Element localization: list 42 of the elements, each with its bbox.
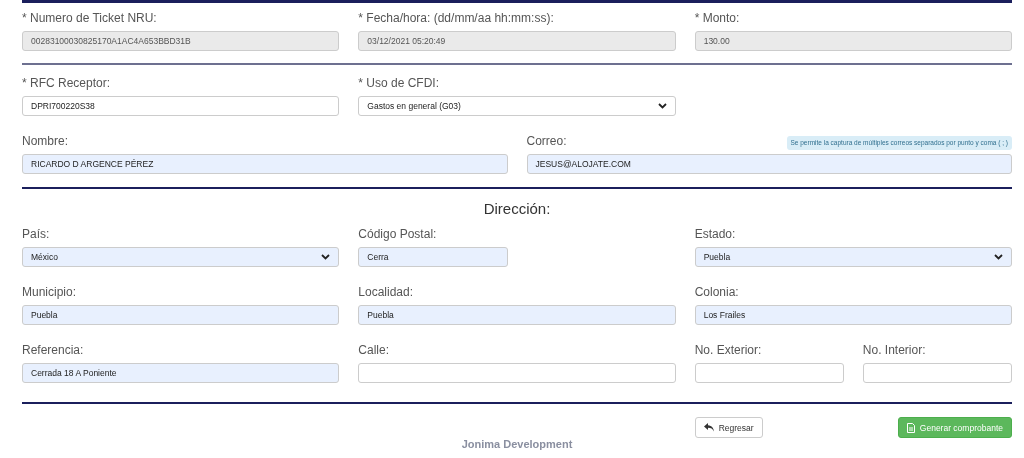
- field-label: * Monto:: [694, 11, 740, 25]
- select-field[interactable]: México: [22, 247, 340, 267]
- reply-arrow-icon: [703, 423, 714, 432]
- back-button[interactable]: Regresar: [694, 417, 763, 438]
- field-label: Calle:: [358, 343, 389, 357]
- readonly-field: 03/12/2021 05:20:49: [358, 31, 676, 51]
- field-label: Estado:: [694, 227, 736, 241]
- input-field[interactable]: Cerrada 18 A Poniente: [22, 363, 340, 383]
- field-label: Nombre:: [22, 134, 68, 148]
- field-label: Municipio:: [22, 285, 77, 299]
- field-label: Localidad:: [358, 285, 414, 299]
- field-label: No. Interior:: [862, 343, 926, 357]
- field-label: * Uso de CFDI:: [358, 76, 440, 90]
- chevron-down-icon: [321, 254, 331, 260]
- chevron-down-icon: [657, 103, 667, 109]
- readonly-field: 130.00: [694, 31, 1012, 51]
- input-field[interactable]: Puebla: [358, 305, 676, 325]
- footer-text: Jonima Development: [460, 438, 574, 450]
- input-field[interactable]: [862, 363, 1012, 383]
- input-field[interactable]: DPRI700220S38: [22, 96, 340, 116]
- input-field[interactable]: Los Frailes: [694, 305, 1012, 325]
- document-icon: [906, 422, 915, 433]
- input-field[interactable]: JESUS@ALOJATE.COM: [526, 154, 1012, 174]
- field-label: Colonia:: [694, 285, 739, 299]
- field-label: * Numero de Ticket NRU:: [22, 11, 157, 25]
- input-field[interactable]: Cerra: [358, 247, 509, 267]
- input-field[interactable]: Puebla: [22, 305, 340, 325]
- chevron-down-icon: [994, 254, 1003, 260]
- readonly-field: 00283100030825170A1AC4A653BBD31B: [22, 31, 340, 51]
- field-label: * Fecha/hora: (dd/mm/aa hh:mm:ss):: [358, 11, 554, 25]
- input-field[interactable]: [358, 363, 676, 383]
- select-field[interactable]: Puebla: [694, 247, 1012, 267]
- field-label: * RFC Receptor:: [22, 76, 111, 90]
- field-label: Código Postal:: [358, 227, 437, 241]
- section-title: Dirección:: [482, 200, 552, 218]
- field-label: Correo:: [526, 134, 567, 148]
- input-field[interactable]: RICARDO D ARGENCE PÉREZ: [22, 154, 508, 174]
- select-field[interactable]: Gastos en general (G03): [358, 96, 676, 116]
- field-label: País:: [22, 227, 50, 241]
- input-field[interactable]: [694, 363, 844, 383]
- field-label: Referencia:: [22, 343, 84, 357]
- field-label: No. Exterior:: [694, 343, 762, 357]
